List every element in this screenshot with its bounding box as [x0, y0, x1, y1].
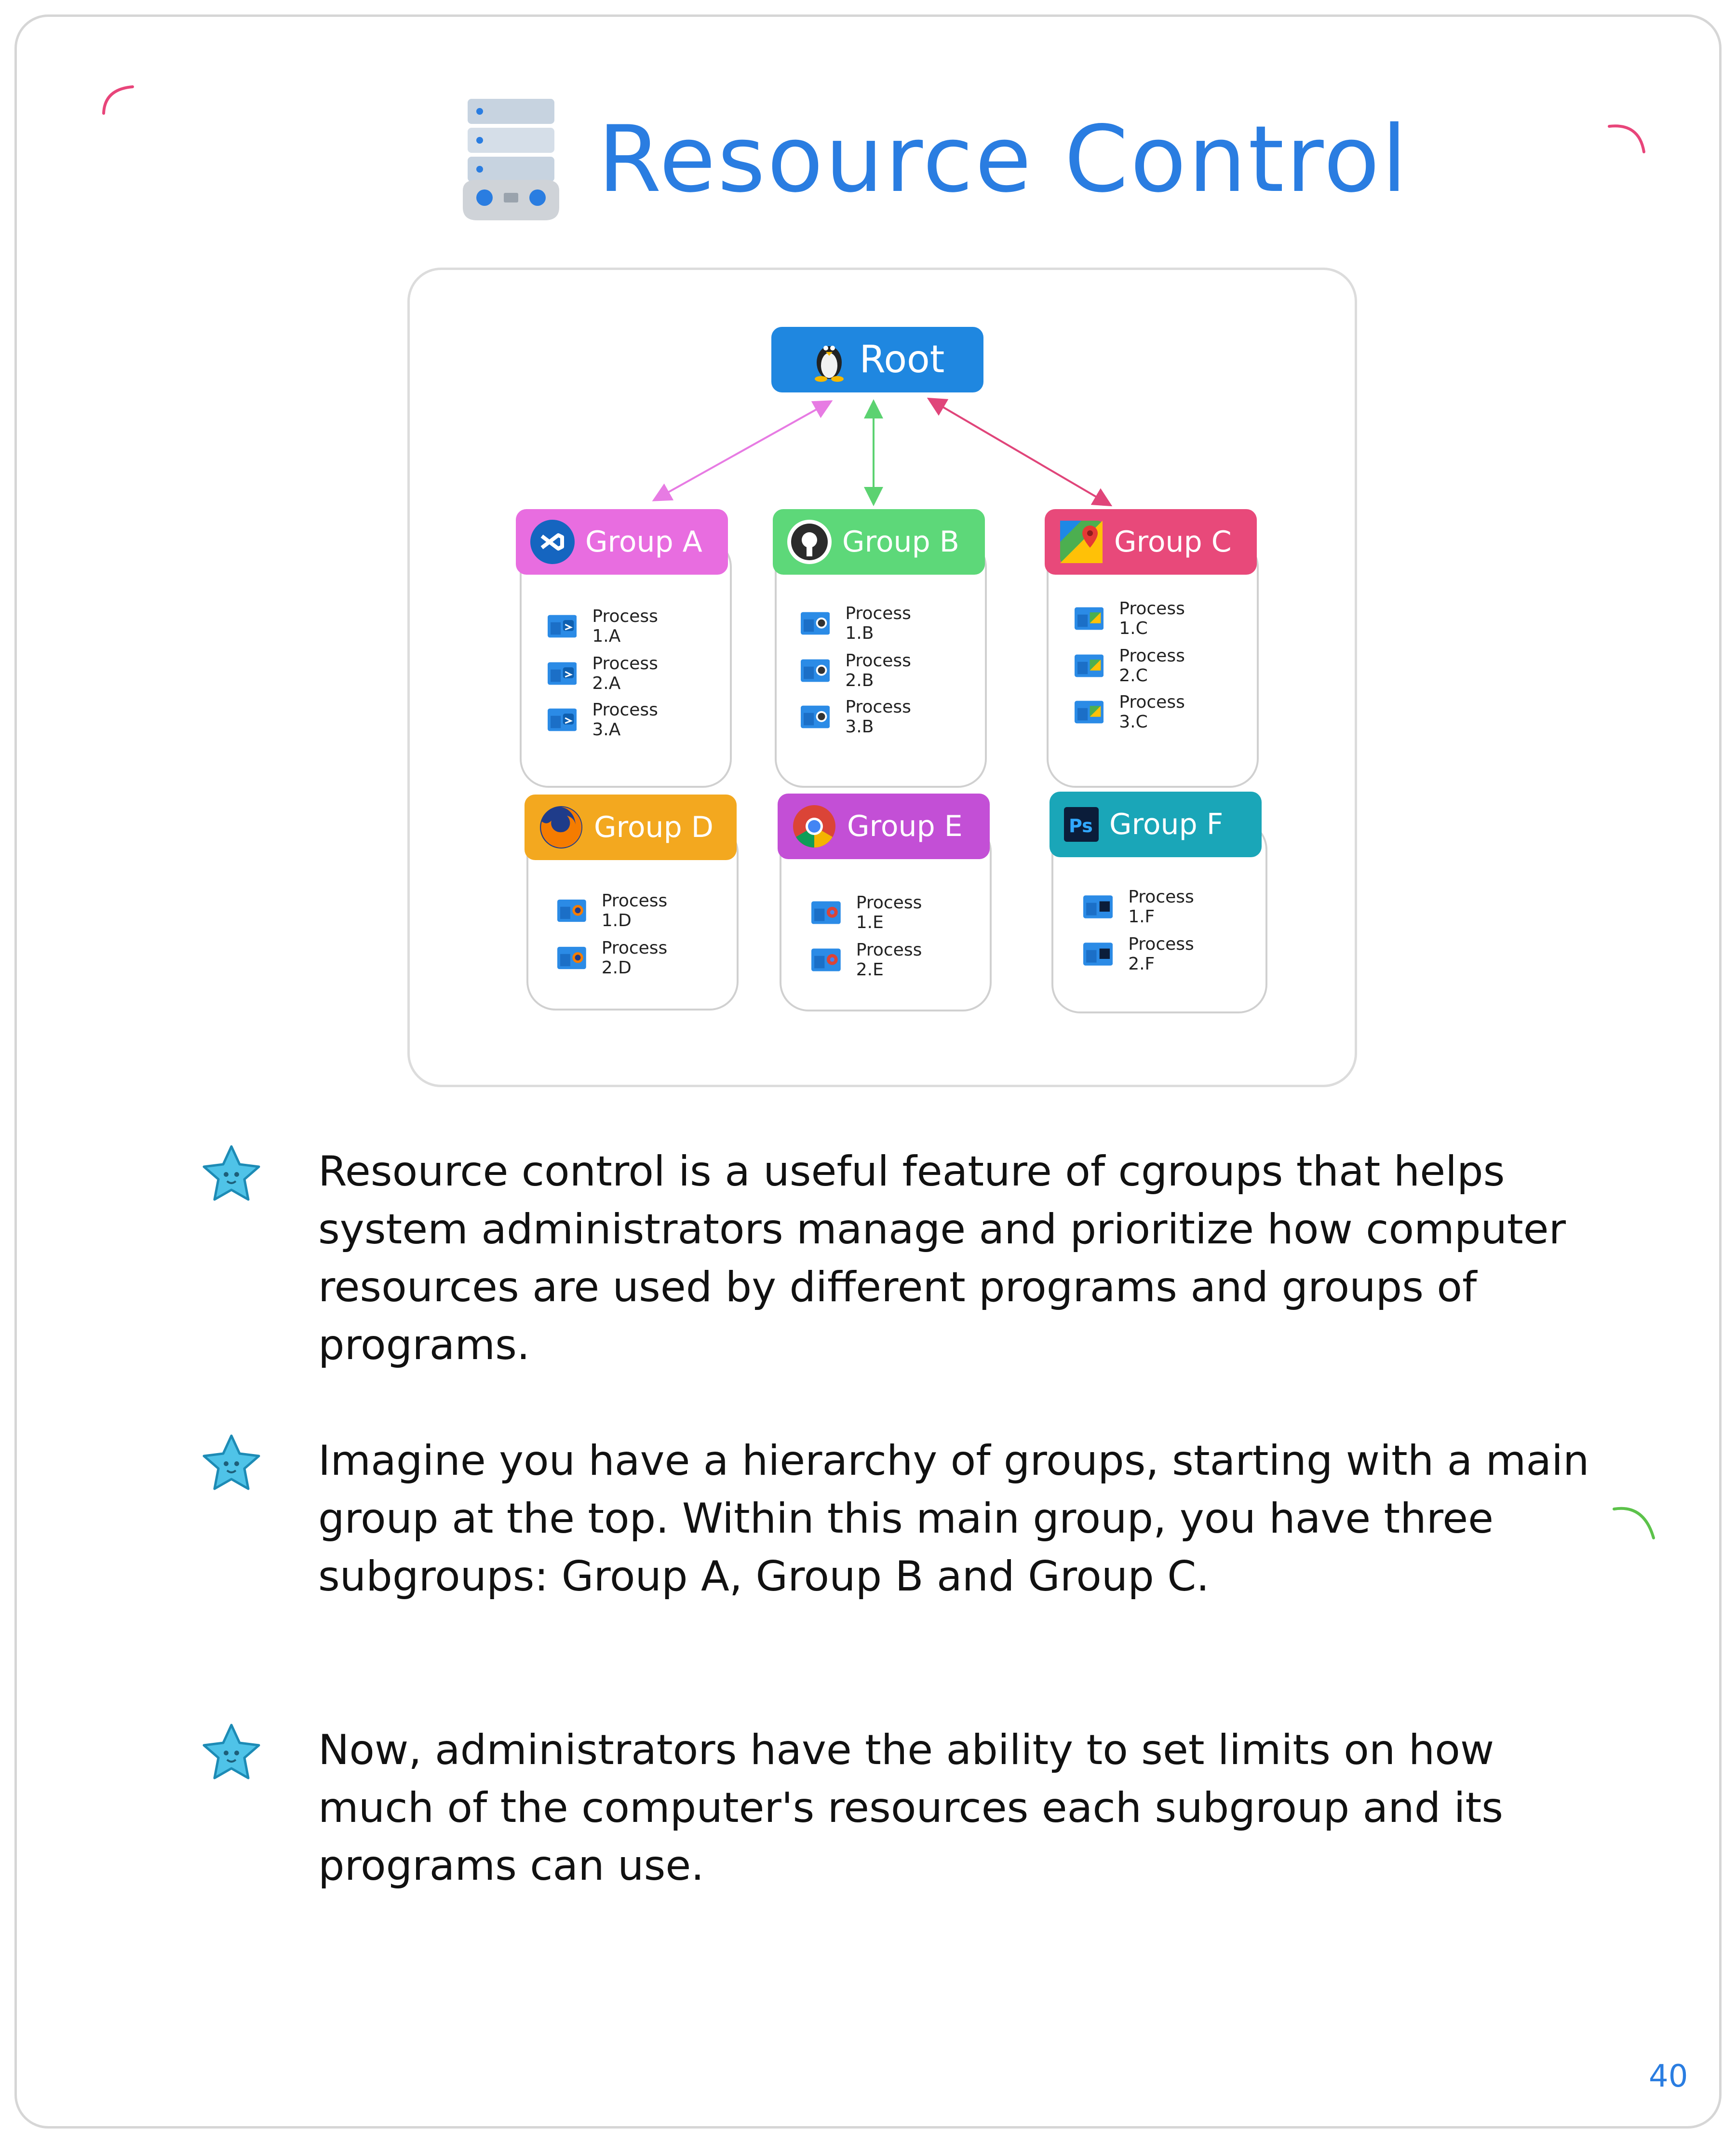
process-window-icon [801, 659, 830, 682]
group-a-label: Group A [585, 525, 702, 559]
bullet-item-3: Now, administrators have the ability to … [200, 1721, 1503, 1890]
star-icon [202, 1434, 260, 1490]
star-icon [202, 1724, 260, 1779]
process-window-icon [801, 705, 830, 728]
bullet-item-1: Resource control is a useful feature of … [200, 1143, 1566, 1369]
process-item: Process 3.B [801, 697, 921, 737]
linux-tux-icon [814, 346, 844, 382]
group-f-label: Group F [1109, 808, 1224, 841]
process-window-icon [557, 946, 586, 970]
process-window-icon [548, 615, 577, 638]
process-window-icon [1075, 654, 1104, 677]
arrow-root-group-a [652, 400, 833, 501]
arrow-root-group-c [927, 397, 1113, 507]
process-item: Process 3.A [548, 700, 668, 740]
process-window-icon [801, 612, 830, 635]
process-window-icon [1083, 895, 1113, 918]
bullet-text-2: Imagine you have a hierarchy of groups, … [318, 1437, 1589, 1601]
root-node: Root [771, 327, 983, 392]
process-window-icon [1075, 607, 1104, 630]
process-item: Process 1.C [1075, 599, 1195, 638]
process-item: Process 1.F [1083, 887, 1203, 927]
process-window-icon [1083, 943, 1113, 966]
google-maps-icon [1060, 521, 1103, 563]
process-window-icon [811, 901, 841, 924]
group-c-label: Group C [1114, 525, 1232, 559]
process-window-icon [811, 948, 841, 971]
process-item: Process 1.E [811, 893, 931, 932]
process-window-icon [1075, 701, 1104, 724]
page-number: 40 [1649, 2059, 1688, 2094]
process-item: Process 2.A [548, 654, 668, 693]
process-item: Process 2.F [1083, 934, 1203, 974]
root-label: Root [859, 338, 945, 381]
group-b-label: Group B [842, 525, 959, 559]
vscode-icon [530, 520, 575, 564]
photoshop-icon: Ps [1064, 807, 1099, 842]
process-item: Process 2.B [801, 651, 921, 690]
github-icon [787, 520, 832, 564]
process-item: Process 1.B [801, 604, 921, 643]
bullet-item-2: Imagine you have a hierarchy of groups, … [200, 1432, 1589, 1601]
firefox-icon [540, 806, 582, 849]
chrome-icon [793, 805, 835, 848]
star-icon [202, 1145, 260, 1201]
process-item: Process 2.C [1075, 646, 1195, 686]
process-item: Process 1.D [557, 891, 677, 930]
process-window-icon [557, 899, 586, 922]
bullet-text-1: Resource control is a useful feature of … [318, 1147, 1566, 1369]
process-item: Process 3.C [1075, 692, 1195, 732]
process-window-icon [548, 708, 577, 731]
svg-text:Ps: Ps [1069, 815, 1093, 836]
process-item: Process 2.D [557, 938, 677, 978]
process-item: Process 2.E [811, 940, 931, 980]
process-window-icon [548, 662, 577, 685]
process-item: Process 1.A [548, 607, 668, 646]
group-d-label: Group D [594, 810, 713, 844]
group-e-label: Group E [847, 809, 963, 843]
bullet-text-3: Now, administrators have the ability to … [318, 1726, 1504, 1890]
